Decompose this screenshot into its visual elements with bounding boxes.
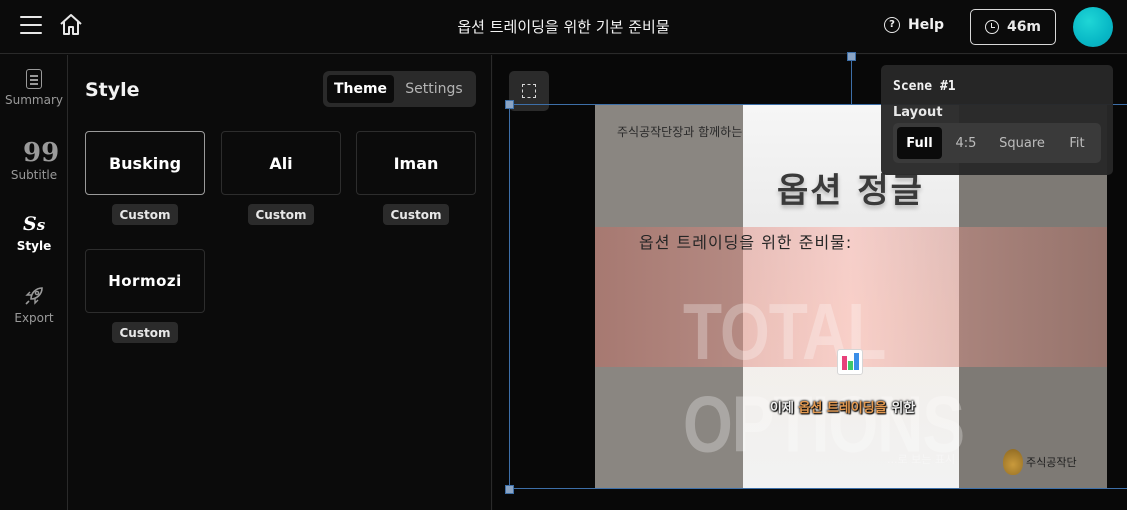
rail-item-style[interactable]: Ss Style — [0, 213, 68, 253]
time-remaining-button[interactable]: 46m — [970, 9, 1056, 45]
tab-theme[interactable]: Theme — [327, 75, 394, 103]
help-icon: ? — [884, 17, 900, 33]
clock-icon — [984, 20, 999, 34]
rail-item-label: Subtitle — [10, 168, 58, 182]
tab-settings[interactable]: Settings — [395, 75, 473, 103]
rail-item-subtitle[interactable]: 99 Subtitle — [0, 138, 68, 182]
hamburger-menu-icon[interactable] — [20, 16, 42, 34]
rail-item-summary[interactable]: Summary — [0, 69, 68, 107]
layout-selector: Full 4:5 Square Fit — [893, 123, 1101, 163]
theme-card-hormozi[interactable]: Hormozi — [85, 249, 205, 313]
rail-item-export[interactable]: Export — [0, 285, 68, 325]
rail-item-label: Summary — [5, 93, 63, 107]
resize-handle-bottom-left[interactable] — [505, 485, 514, 494]
left-rail: Summary 99 Subtitle Ss Style Export — [0, 55, 68, 510]
document-icon — [26, 69, 42, 89]
style-ss-icon: Ss — [23, 213, 46, 235]
style-tabs: Theme Settings — [323, 71, 476, 107]
scene-popover: Scene #1 Layout Full 4:5 Square Fit — [881, 65, 1113, 175]
rail-item-label: Style — [16, 239, 52, 253]
home-icon[interactable] — [58, 12, 84, 38]
layout-label: Layout — [893, 105, 943, 120]
theme-card-busking[interactable]: Busking — [85, 131, 205, 195]
layout-fit[interactable]: Fit — [1057, 127, 1097, 159]
custom-badge-ali[interactable]: Custom — [248, 204, 314, 225]
avatar[interactable] — [1073, 7, 1113, 47]
style-panel: Style Theme Settings Busking Custom Ali … — [69, 55, 492, 510]
rail-item-label: Export — [14, 311, 54, 325]
layout-full[interactable]: Full — [897, 127, 942, 159]
resize-handle-top[interactable] — [847, 52, 856, 61]
selection-icon — [522, 84, 536, 98]
theme-card-iman[interactable]: Iman — [356, 131, 476, 195]
custom-badge-hormozi[interactable]: Custom — [112, 322, 178, 343]
rocket-icon — [23, 285, 45, 307]
custom-badge-busking[interactable]: Custom — [112, 204, 178, 225]
custom-badge-iman[interactable]: Custom — [383, 204, 449, 225]
theme-card-ali[interactable]: Ali — [221, 131, 341, 195]
panel-title: Style — [85, 79, 140, 101]
layout-square[interactable]: Square — [991, 127, 1053, 159]
page-title: 옵션 트레이딩을 위한 기본 준비물 — [457, 18, 670, 36]
guide-line — [851, 55, 852, 105]
scene-title: Scene #1 — [893, 79, 956, 94]
layout-4-5[interactable]: 4:5 — [945, 127, 987, 159]
timer-label: 46m — [1006, 19, 1042, 35]
resize-handle-top-left[interactable] — [505, 100, 514, 109]
quote-icon: 99 — [23, 138, 60, 168]
help-label: Help — [908, 17, 945, 33]
help-button[interactable]: ? Help — [884, 17, 944, 33]
top-bar: 옵션 트레이딩을 위한 기본 준비물 ? Help 46m — [0, 0, 1127, 54]
